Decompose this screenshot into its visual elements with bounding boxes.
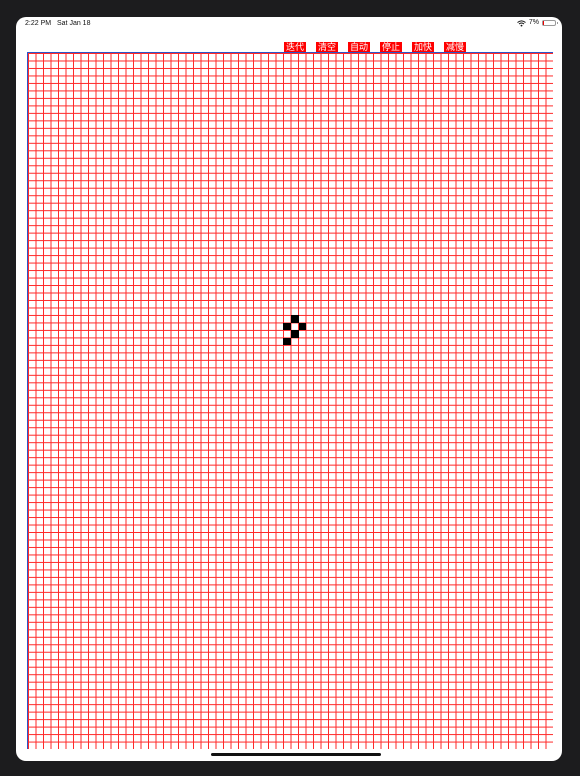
status-date: Sat Jan 18 xyxy=(57,20,91,27)
alive-cell[interactable] xyxy=(291,330,299,338)
battery-level-fill xyxy=(543,21,544,25)
cell-grid[interactable] xyxy=(27,52,553,749)
battery-low-icon xyxy=(542,20,558,26)
status-time: 2:22 PM xyxy=(25,20,52,27)
status-indicators: 7% xyxy=(517,19,558,27)
alive-cell[interactable] xyxy=(283,337,291,346)
status-bar: 2:22 PM Sat Jan 18 7% xyxy=(16,17,562,31)
alive-cell[interactable] xyxy=(291,315,299,323)
wifi-icon xyxy=(517,19,526,27)
battery-percent: 7% xyxy=(528,19,539,26)
life-board[interactable] xyxy=(27,52,553,749)
home-indicator[interactable] xyxy=(211,753,381,756)
alive-cell[interactable] xyxy=(283,322,291,331)
screen: 2:22 PM Sat Jan 18 7% 迭代 清空 自动 停止 加快 减慢 xyxy=(16,17,562,761)
alive-cell[interactable] xyxy=(298,322,306,331)
